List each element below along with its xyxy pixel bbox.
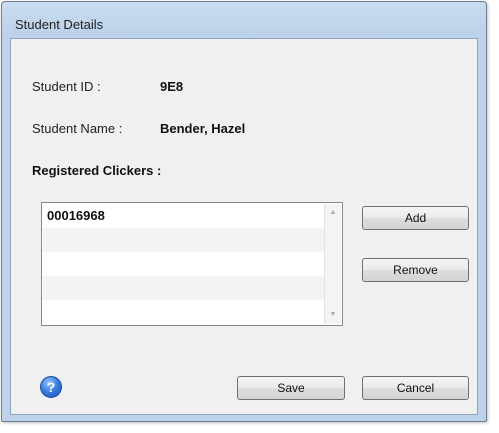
add-button[interactable]: Add	[362, 206, 469, 230]
student-name-label: Student Name :	[32, 121, 123, 136]
list-item[interactable]	[43, 300, 324, 324]
scroll-down-arrow-icon[interactable]: ▼	[325, 307, 341, 323]
student-id-value: 9E8	[160, 79, 184, 94]
title-bar[interactable]: Student Details	[2, 2, 486, 36]
clickers-list: 00016968	[43, 204, 324, 324]
list-item[interactable]	[43, 228, 324, 252]
dialog-body: Student ID : 9E8 Student Name : Bender, …	[10, 38, 478, 415]
cancel-button[interactable]: Cancel	[362, 376, 469, 400]
list-item[interactable]	[43, 276, 324, 300]
student-details-dialog: Student Details Student ID : 9E8 Student…	[1, 1, 487, 422]
save-button[interactable]: Save	[237, 376, 345, 400]
vertical-scrollbar[interactable]: ▲ ▼	[324, 204, 341, 324]
registered-clickers-heading: Registered Clickers :	[32, 163, 162, 178]
student-name-value: Bender, Hazel	[160, 121, 246, 136]
list-item[interactable]	[43, 252, 324, 276]
remove-button[interactable]: Remove	[362, 258, 469, 282]
clickers-listbox[interactable]: 00016968 ▲ ▼	[41, 202, 343, 326]
help-icon[interactable]: ?	[40, 376, 62, 398]
window-title: Student Details	[15, 17, 104, 32]
list-item[interactable]: 00016968	[43, 204, 324, 228]
scroll-up-arrow-icon[interactable]: ▲	[325, 205, 341, 221]
student-id-label: Student ID :	[32, 79, 101, 94]
